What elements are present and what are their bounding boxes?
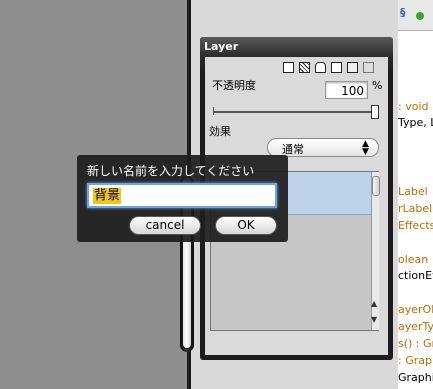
layer-name-input[interactable]: 背景 [87,183,277,208]
code-line: : Graph [398,354,433,367]
opacity-slider-thumb[interactable] [371,105,379,119]
trash-icon[interactable] [363,62,374,73]
ok-button[interactable]: OK [215,216,277,235]
code-line: Type, La [398,116,433,129]
code-line: s() : Gra [398,337,433,350]
code-line: rLabel [398,202,433,215]
status-dot-icon[interactable] [416,12,424,20]
code-line: ctionEv [398,269,433,282]
code-editor: § : void Type, La Label rLabel Effects o… [398,0,433,389]
s-icon[interactable]: § [400,6,406,19]
code-line: Label [398,185,428,198]
cancel-button[interactable]: cancel [129,216,201,235]
updown-arrows-icon: ▲ ▼ [362,139,369,157]
scroll-up-arrow-icon[interactable]: ▲ [371,299,377,308]
code-line: Graphics [398,371,433,384]
opacity-unit: % [372,79,383,92]
rename-dialog: 新しい名前を入力してください 背景 cancel OK [77,155,288,242]
opacity-slider[interactable] [213,111,375,113]
layer-list-scrollbar[interactable]: ▲ ▼ [371,172,380,330]
dialog-prompt: 新しい名前を入力してください [87,164,255,178]
duplicate-layer-icon[interactable] [299,62,310,73]
code-editor-toolbar: § [398,0,433,31]
lock-icon[interactable] [315,62,326,73]
code-line: : void [398,100,429,113]
layer-list-scroll-thumb[interactable] [372,176,380,196]
new-layer-icon[interactable] [283,62,294,73]
code-line: olean [398,253,429,266]
opacity-field[interactable]: 100 [325,81,368,99]
layer-panel-title: Layer [204,40,239,53]
new-page-icon[interactable] [331,62,342,73]
opacity-label: 不透明度 [212,79,256,92]
effect-label: 効果 [209,125,231,138]
code-line: ayerTyp [398,320,433,333]
folder-icon[interactable] [347,62,358,73]
scroll-down-arrow-icon[interactable]: ▼ [371,315,377,324]
code-line: ayerOb [398,303,433,316]
code-line: Effects [398,219,433,232]
layer-name-input-value[interactable]: 背景 [93,188,122,204]
